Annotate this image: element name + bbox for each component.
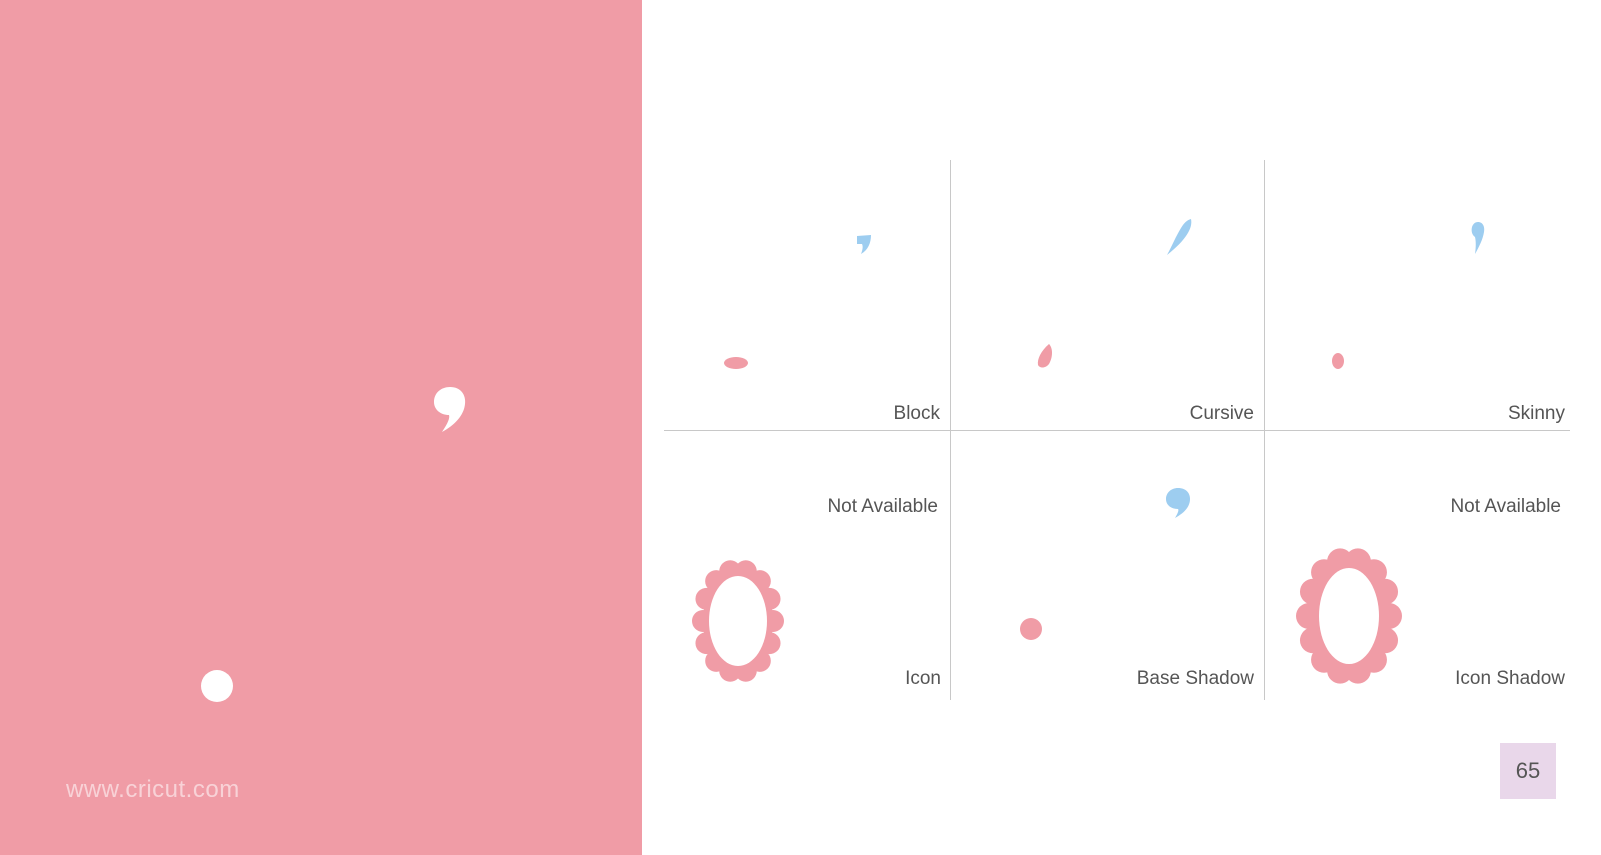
grid-divider-horizontal [664,430,1570,431]
cell-label-skinny: Skinny [1507,403,1565,424]
cell-label-icon-shadow: Icon Shadow [1455,668,1565,689]
cell-label-not-available-icon: Not Available [827,496,938,517]
glyph-reference-grid [642,0,1601,855]
dot-glyph-icon [201,670,233,702]
scalloped-oval-frame-shadow-icon [1296,548,1402,684]
cursive-dot-pink-icon [1037,344,1052,368]
website-url: www.cricut.com [66,776,240,803]
cell-label-block: Block [893,403,940,424]
scalloped-oval-frame-icon [692,560,784,682]
skinny-dot-pink-icon [1332,353,1344,369]
cursive-comma-blue-icon [1167,219,1192,255]
comma-glyph-icon [434,387,466,432]
cell-label-base-shadow: Base Shadow [1136,668,1254,689]
base-shadow-comma-blue-icon [1166,488,1190,518]
cell-label-icon: Icon [905,668,941,689]
base-shadow-dot-pink-icon [1020,618,1042,640]
block-dot-pink-icon [724,357,748,369]
block-comma-blue-icon [857,235,871,254]
cell-label-cursive: Cursive [1189,403,1254,424]
skinny-comma-blue-icon [1471,222,1485,254]
cell-label-not-available-icon-shadow: Not Available [1450,496,1561,517]
page-number-badge: 65 [1500,743,1556,799]
feature-panel: www.cricut.com [0,0,642,855]
